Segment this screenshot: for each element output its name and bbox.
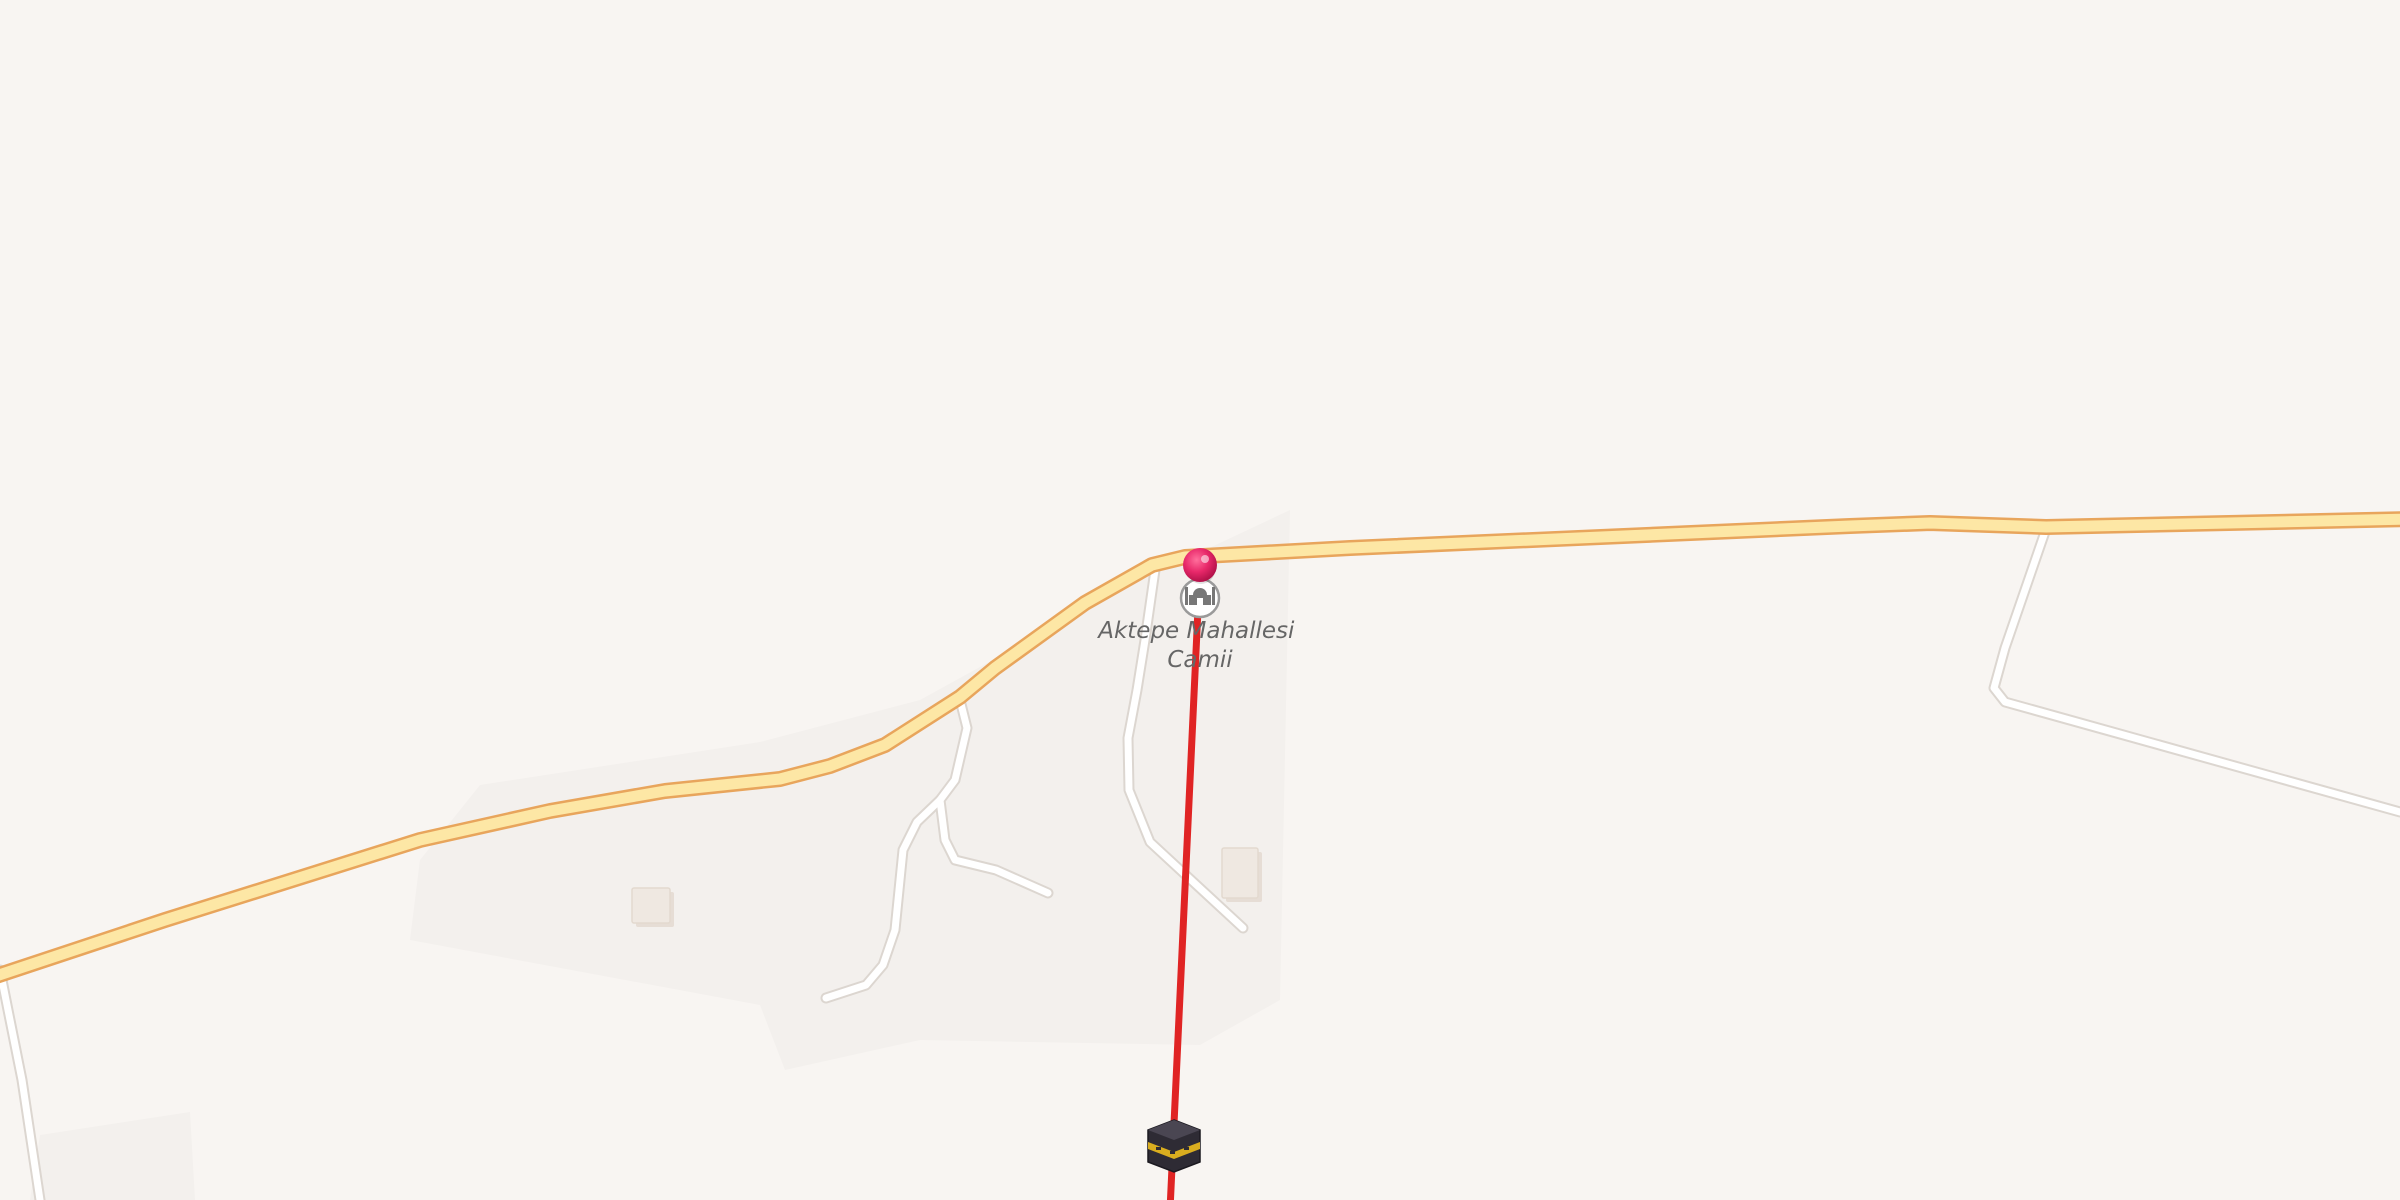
poi-label-line1: Aktepe Mahallesi [1096,618,1295,644]
map-canvas[interactable]: Aktepe Mahallesi Camii [0,0,2400,1200]
building [1221,847,1259,899]
mosque-icon[interactable] [1179,577,1221,619]
building [631,887,671,924]
poi-label-line2: Camii [1167,647,1233,673]
kaaba-icon[interactable] [1147,1119,1201,1173]
